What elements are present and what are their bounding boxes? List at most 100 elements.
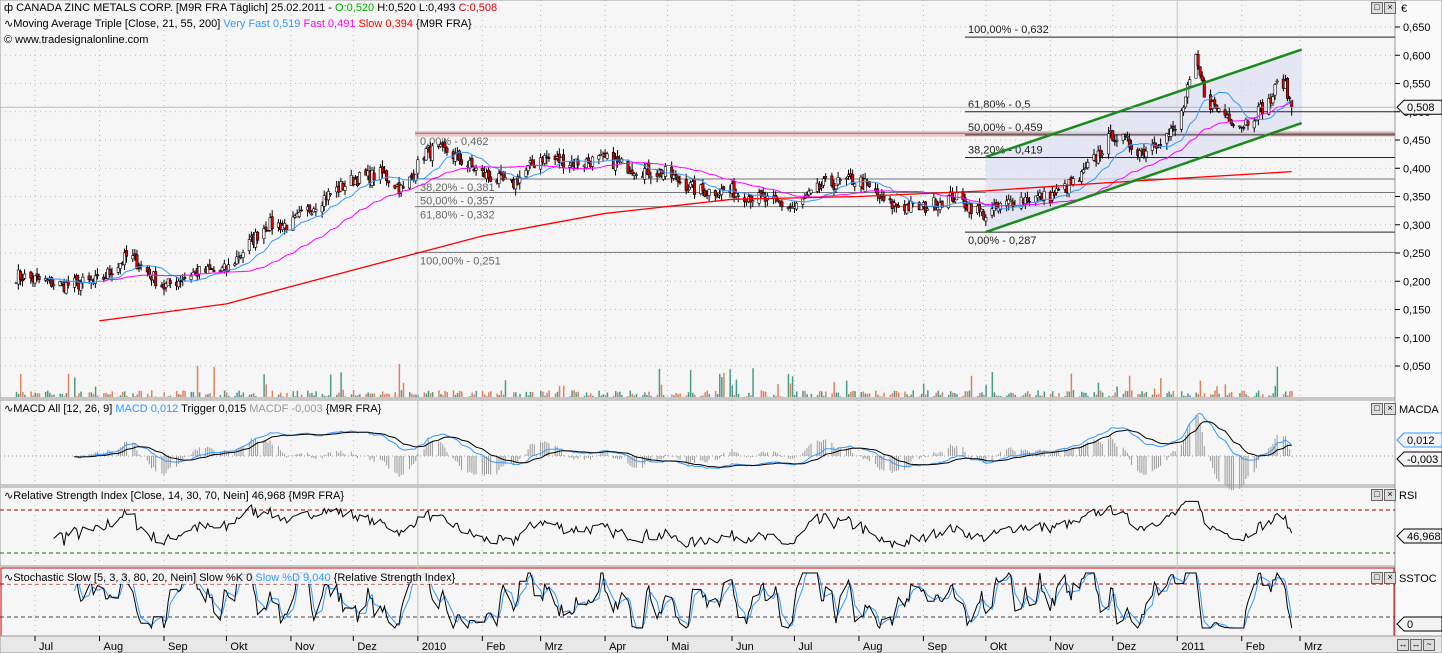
volume-bar — [1078, 396, 1081, 397]
volume-bar — [1101, 392, 1104, 397]
volume-bar — [999, 395, 1002, 397]
volume-bar — [644, 392, 646, 397]
candle-body — [686, 189, 690, 192]
candle-body — [408, 176, 412, 189]
volume-bar — [1072, 390, 1075, 397]
volume-bar — [558, 385, 561, 397]
x-tick-label: Jul — [798, 641, 812, 653]
volume-bar — [67, 373, 70, 397]
candle-body — [984, 217, 988, 222]
volume-bar — [1070, 373, 1073, 397]
volume-bar — [823, 395, 825, 397]
volume-bar — [875, 390, 877, 397]
candle-body — [60, 281, 64, 284]
volume-bar — [529, 391, 532, 397]
candle-body — [655, 173, 659, 177]
candle-body — [1028, 200, 1032, 203]
volume-bar — [340, 372, 342, 397]
macdf-tag-text: -0,003 — [1407, 454, 1438, 466]
volume-bar — [475, 390, 478, 397]
volume-bar — [719, 373, 721, 397]
close-icon[interactable]: × — [1384, 403, 1396, 415]
close-icon[interactable]: × — [1384, 489, 1396, 501]
volume-bar — [646, 395, 648, 397]
volume-bar — [1187, 393, 1189, 397]
volume-bar — [947, 394, 950, 397]
candle-body — [179, 280, 183, 283]
volume-bar — [554, 393, 557, 397]
chart-window: Jul Aug Sep Okt Nov Dez 2010 Feb Mrz Apr Mai Jun Jul… — [0, 0, 1442, 653]
volume-bar — [979, 392, 981, 397]
volume-bar — [633, 395, 636, 397]
volume-bar — [30, 391, 32, 397]
volume-bar — [456, 392, 459, 397]
volume-bar — [354, 395, 357, 397]
volume-bar — [1241, 390, 1243, 397]
candle-body — [1057, 188, 1061, 191]
maximize-icon[interactable]: □ — [1371, 2, 1383, 14]
macd-value: MACD 0,012 — [115, 403, 179, 415]
volume-bar — [1116, 386, 1118, 397]
candle-body — [1290, 100, 1294, 108]
candle-body — [1217, 108, 1221, 112]
candle-body — [503, 177, 507, 180]
volume-bar — [1158, 394, 1160, 397]
maximize-icon[interactable]: □ — [1371, 403, 1383, 415]
volume-bar — [22, 391, 24, 397]
volume-bar — [1243, 390, 1245, 397]
volume-bar — [140, 390, 143, 397]
candle-body — [1246, 120, 1250, 126]
candle-body — [1009, 199, 1013, 202]
maximize-icon[interactable]: □ — [1371, 572, 1383, 584]
ma-suffix: {M9R FRA} — [416, 18, 472, 30]
candle-body — [703, 190, 707, 197]
candle-body — [322, 195, 326, 207]
volume-bar — [265, 384, 267, 397]
candle-body — [1213, 99, 1217, 105]
stoch-legend: ∿Stochastic Slow [5, 3, 3, 80, 20, Nein]… — [4, 571, 456, 584]
zoom-icon[interactable]: ↔ — [1410, 639, 1422, 651]
volume-bar — [36, 393, 39, 397]
candle-body — [81, 276, 85, 283]
volume-bar — [300, 394, 303, 397]
scroll-icon[interactable]: ↔ — [1397, 639, 1409, 651]
volume-bar — [575, 392, 577, 397]
high-value: H:0,520 — [377, 2, 416, 14]
candle-body — [780, 201, 784, 208]
volume-bar — [893, 390, 896, 397]
volume-bar — [1216, 386, 1218, 397]
candle-body — [37, 276, 41, 280]
volume-bar — [178, 394, 180, 397]
close-icon[interactable]: × — [1384, 2, 1396, 14]
volume-bar — [583, 395, 586, 397]
volume-bar — [198, 392, 201, 397]
x-tick-label: Mai — [672, 641, 690, 653]
fib-label-left: 100,00% - 0,251 — [420, 255, 501, 267]
volume-bar — [1053, 396, 1056, 397]
y-tick-label: 0,150 — [1403, 305, 1431, 317]
candle-body — [1200, 75, 1204, 81]
volume-bar — [791, 376, 794, 397]
volume-bar — [1085, 392, 1087, 397]
volume-bar — [729, 369, 731, 397]
volume-bar — [471, 392, 473, 397]
stoch-axis-title: SSTOC — [1399, 573, 1437, 585]
volume-bar — [1160, 378, 1162, 397]
volume-bar — [119, 395, 122, 397]
copyright-text[interactable]: www.tradesignalonline.com — [15, 34, 148, 46]
maximize-icon[interactable]: □ — [1371, 489, 1383, 501]
fib-label-left: 50,00% - 0,357 — [420, 196, 495, 208]
volume-bar — [1026, 391, 1029, 397]
volume-bar — [910, 394, 912, 397]
close-icon[interactable]: × — [1384, 572, 1396, 584]
volume-bar — [1203, 393, 1206, 397]
volume-bar — [315, 391, 317, 397]
candle-body — [1071, 178, 1075, 185]
volume-bar — [918, 396, 921, 397]
volume-bar — [192, 391, 195, 397]
candle-body — [1159, 144, 1163, 146]
y-tick-label: 0,250 — [1403, 248, 1431, 260]
volume-bar — [51, 394, 53, 397]
autoscale-icon[interactable]: ~ — [1423, 639, 1435, 651]
chart-canvas[interactable]: Jul Aug Sep Okt Nov Dez 2010 Feb Mrz Apr Mai Jun Jul… — [0, 0, 1442, 653]
